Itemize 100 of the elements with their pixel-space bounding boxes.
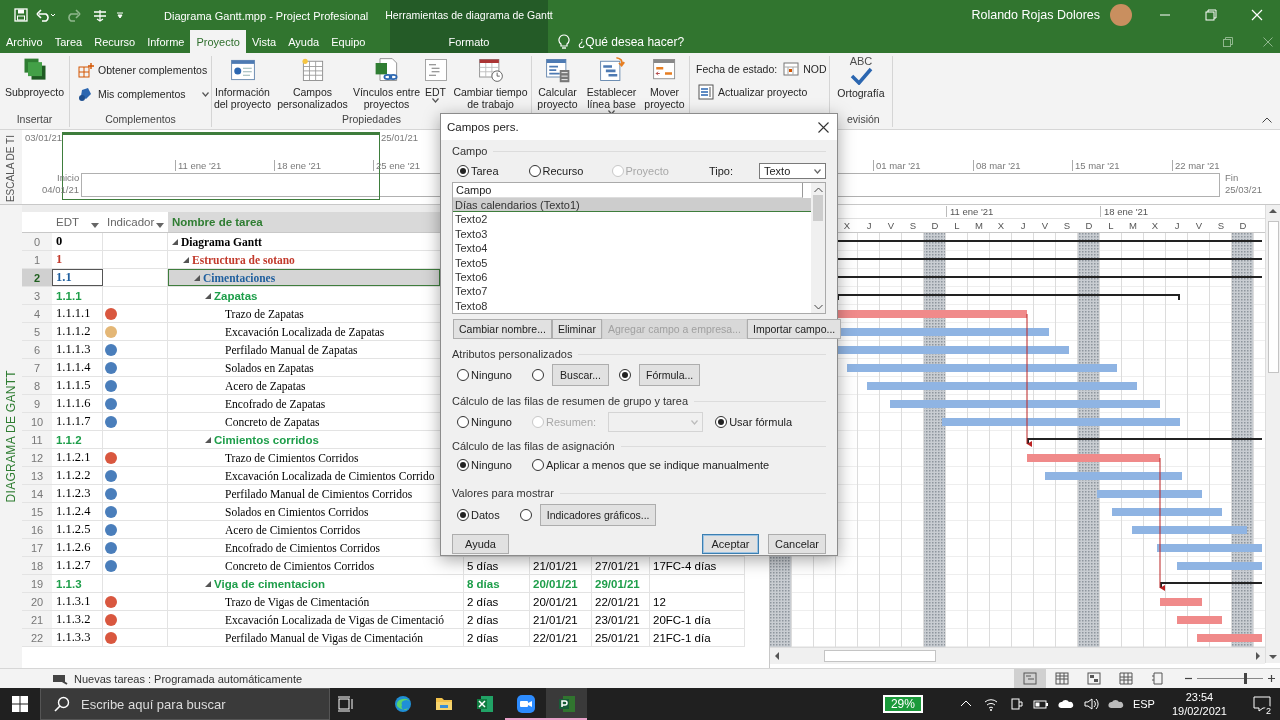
ribbon-button[interactable]: Mis complementos bbox=[76, 84, 211, 104]
ribbon-tab[interactable]: Informe bbox=[141, 30, 191, 53]
help-button[interactable]: Ayuda bbox=[452, 534, 509, 554]
speaker-icon[interactable] bbox=[1082, 696, 1099, 712]
close-icon[interactable] bbox=[818, 121, 829, 133]
column-header[interactable]: EDT bbox=[52, 212, 103, 232]
radio-option[interactable]: Usar fórmula bbox=[715, 416, 793, 428]
ribbon-button[interactable]: Calcular proyecto bbox=[532, 56, 583, 110]
vertical-scrollbar[interactable] bbox=[1265, 205, 1280, 663]
ribbon-button[interactable]: Cambiar tiempo de trabajo bbox=[449, 56, 532, 110]
task-view-icon[interactable] bbox=[337, 696, 355, 712]
task-name[interactable]: Solados en Zapatas bbox=[225, 361, 314, 374]
task-name[interactable]: Encofrado de Cimientos Corridos bbox=[225, 541, 380, 554]
task-name[interactable]: Acero de Zapatas bbox=[225, 379, 306, 392]
filter-arrow-icon[interactable] bbox=[156, 223, 164, 228]
lightbulb-icon[interactable] bbox=[558, 33, 570, 50]
task-name[interactable]: Excavación Localizada de Vigas de Cimentació bbox=[225, 613, 445, 626]
restore-icon[interactable] bbox=[1223, 36, 1233, 47]
field-list[interactable]: Campo Días calendarios (Texto1) Texto2 Texto3 Texto4 Texto5 Texto6 Texto7 Texto8 bbox=[452, 182, 826, 314]
ribbon-button[interactable]: Campos personalizados bbox=[274, 56, 351, 110]
task-name[interactable]: Encofrado de Zapatas bbox=[225, 397, 326, 410]
windows-logo-icon[interactable] bbox=[12, 696, 28, 712]
ribbon-tab[interactable]: Vista bbox=[245, 30, 283, 53]
restore-icon[interactable] bbox=[1205, 9, 1217, 21]
wifi-icon[interactable] bbox=[982, 696, 999, 712]
notification-icon[interactable] bbox=[1253, 696, 1271, 712]
task-name[interactable]: Trazo de Cimientos Corridos bbox=[225, 451, 359, 464]
clock-time[interactable]: 23:54 bbox=[1185, 690, 1214, 704]
summary-bar[interactable] bbox=[837, 294, 1180, 300]
scroll-thumb[interactable] bbox=[813, 195, 823, 221]
ribbon-button[interactable]: Mover proyecto bbox=[640, 56, 689, 110]
list-item[interactable]: Texto8 bbox=[453, 298, 811, 314]
scroll-thumb[interactable] bbox=[824, 650, 936, 662]
ribbon-button[interactable]: EDT bbox=[422, 56, 449, 103]
task-name[interactable]: Estructura de sotano bbox=[192, 253, 295, 266]
dialog-button[interactable]: Fórmula... bbox=[639, 364, 701, 386]
dialog-button[interactable]: Importar campo... bbox=[746, 319, 842, 339]
save-icon[interactable] bbox=[14, 8, 28, 22]
radio-button[interactable] bbox=[532, 369, 544, 381]
task-name[interactable]: Perfilado Manual de Zapatas bbox=[225, 343, 358, 356]
radio-option[interactable]: Aplicar a menos que se indique manualmente bbox=[532, 459, 770, 471]
undo-icon[interactable] bbox=[36, 8, 56, 22]
ribbon-button[interactable]: Actualizar proyecto bbox=[696, 82, 810, 102]
ribbon-button[interactable]: ABC Ortografía bbox=[833, 56, 889, 99]
task-name[interactable]: Concreto de Cimientos Corridos bbox=[225, 559, 375, 572]
ribbon-tab[interactable]: Tarea bbox=[48, 30, 89, 53]
collapse-triangle-icon[interactable] bbox=[194, 274, 200, 281]
ribbon-tab[interactable]: Recurso bbox=[88, 30, 142, 53]
user-name[interactable]: Rolando Rojas Dolores bbox=[971, 8, 1100, 22]
task-name[interactable]: Diagrama Gantt bbox=[181, 235, 262, 248]
task-name[interactable]: Trazo de Zapatas bbox=[225, 307, 304, 320]
ribbon-tab[interactable]: Equipo bbox=[325, 30, 372, 53]
ribbon-tab[interactable]: Formato bbox=[442, 35, 496, 48]
ribbon-button[interactable]: Información del proyecto bbox=[211, 56, 274, 110]
collapse-triangle-icon[interactable] bbox=[205, 580, 211, 587]
task-name[interactable]: Excavación Localizada de Cimientos Corrido bbox=[225, 469, 435, 482]
collapse-triangle-icon[interactable] bbox=[172, 238, 178, 245]
task-name[interactable]: Perfilado Manual de Vigas de Cimentación bbox=[225, 631, 424, 644]
collapse-ribbon-icon[interactable] bbox=[1262, 117, 1272, 123]
task-name[interactable]: Zapatas bbox=[214, 289, 258, 302]
type-dropdown[interactable]: Texto bbox=[758, 163, 826, 179]
summary-bar[interactable] bbox=[1160, 582, 1262, 588]
customize-icon[interactable] bbox=[116, 11, 124, 19]
radio-option[interactable]: Tarea bbox=[457, 165, 499, 177]
task-name[interactable]: Excavación Localizada de Zapatas bbox=[225, 325, 385, 338]
task-name[interactable]: Cimientos corridos bbox=[214, 433, 319, 446]
collapse-triangle-icon[interactable] bbox=[183, 256, 189, 263]
task-name[interactable]: Trazo de Vigas de Cimentación bbox=[225, 595, 370, 608]
list-item[interactable]: Texto5 bbox=[453, 255, 811, 270]
radio-option[interactable]: Recurso bbox=[528, 165, 584, 177]
zoom-in-icon[interactable] bbox=[1267, 674, 1276, 683]
radio-option[interactable]: Ninguno bbox=[457, 416, 512, 428]
task-name[interactable]: Solados en Cimientos Corridos bbox=[225, 505, 369, 518]
dialog-button[interactable]: Indicadores gráficos... bbox=[539, 504, 657, 526]
task-name[interactable]: Perfilado Manual de Cimientos Corridos bbox=[225, 487, 413, 500]
list-item[interactable]: Texto4 bbox=[453, 241, 811, 256]
filter-arrow-icon[interactable] bbox=[91, 223, 99, 228]
list-item[interactable]: Texto6 bbox=[453, 269, 811, 285]
ok-button[interactable]: Aceptar bbox=[702, 534, 759, 554]
radio-option[interactable]: Ninguno bbox=[457, 459, 512, 471]
collapse-triangle-icon[interactable] bbox=[205, 292, 211, 299]
collapse-triangle-icon[interactable] bbox=[205, 436, 211, 443]
search-field[interactable]: Escribe aquí para buscar bbox=[40, 688, 330, 720]
column-header[interactable]: Indicador bbox=[103, 212, 168, 232]
task-name[interactable]: Concreto de Zapatas bbox=[225, 415, 320, 428]
slider-thumb[interactable] bbox=[1243, 673, 1247, 684]
ribbon-tab[interactable]: Proyecto bbox=[190, 30, 246, 53]
radio-button[interactable] bbox=[519, 509, 532, 521]
list-item[interactable]: Texto3 bbox=[453, 226, 811, 241]
language-indicator[interactable]: ESP bbox=[1132, 698, 1155, 710]
horizontal-scrollbar[interactable] bbox=[770, 647, 1265, 664]
task-name[interactable]: Acero de Cimientos Corridos bbox=[225, 523, 361, 536]
column-header[interactable]: Nombre de tarea bbox=[168, 212, 440, 232]
list-item[interactable]: Texto2 bbox=[453, 212, 811, 227]
scroll-thumb[interactable] bbox=[1267, 221, 1279, 373]
touch-mode-icon[interactable] bbox=[92, 8, 108, 22]
radio-option[interactable]: Datos bbox=[457, 509, 500, 521]
task-name[interactable]: Cimentaciones bbox=[203, 271, 276, 284]
search-prompt[interactable]: ¿Qué desea hacer? bbox=[578, 34, 685, 49]
taskbar-app[interactable] bbox=[546, 688, 587, 720]
